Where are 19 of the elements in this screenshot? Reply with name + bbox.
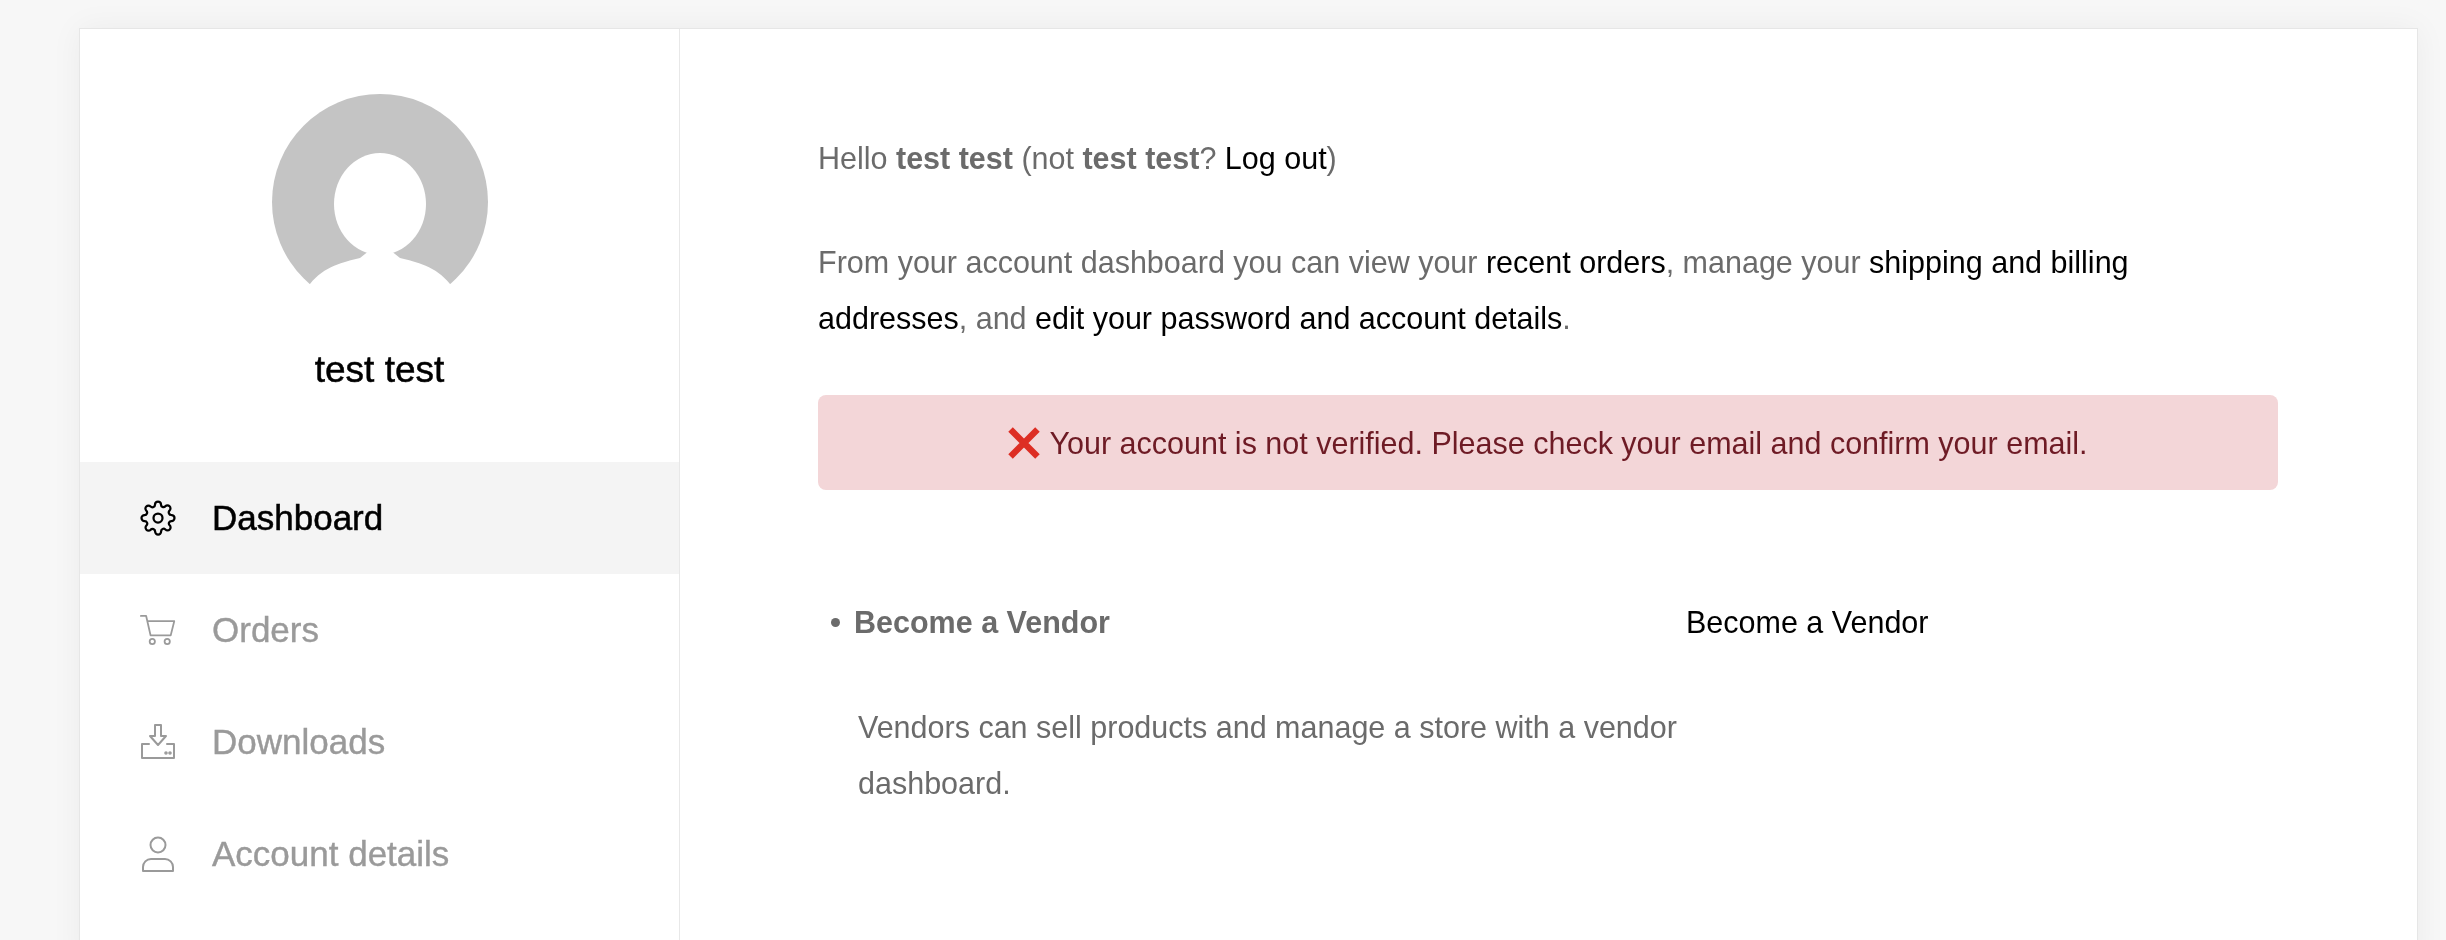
cart-icon <box>140 612 176 648</box>
intro-paragraph: From your account dashboard you can view your recent orders, manage your shipping and billing addresses, and edit your password and account details. <box>818 234 2258 346</box>
download-icon <box>140 724 176 760</box>
user-name: test test <box>314 348 445 392</box>
sidebar-nav-item[interactable]: Dashboard <box>80 462 679 574</box>
text-link[interactable]: shipping and billing <box>1869 234 2129 290</box>
text-link[interactable]: Log out <box>1224 130 1327 186</box>
text-link[interactable]: recent orders <box>1485 234 1666 290</box>
text-link[interactable]: edit your password and account details <box>1035 290 1563 346</box>
become-vendor-link[interactable]: Become a Vendor <box>1686 594 1929 650</box>
gear-icon <box>140 500 176 536</box>
user-icon <box>140 836 176 872</box>
greeting-text: Hello test test (not test test? Log out) <box>818 130 2417 186</box>
cross-icon <box>1008 426 1041 459</box>
notice-text: Your account is not verified. Please check your email and confirm your email. <box>1049 424 2088 463</box>
vendor-description: Vendors can sell products and manage a store with a vendor dashboard. <box>858 709 1678 802</box>
text-link[interactable]: addresses <box>818 290 959 346</box>
vendor-title: Become a Vendor <box>854 604 1110 641</box>
bullet-icon <box>831 617 840 627</box>
